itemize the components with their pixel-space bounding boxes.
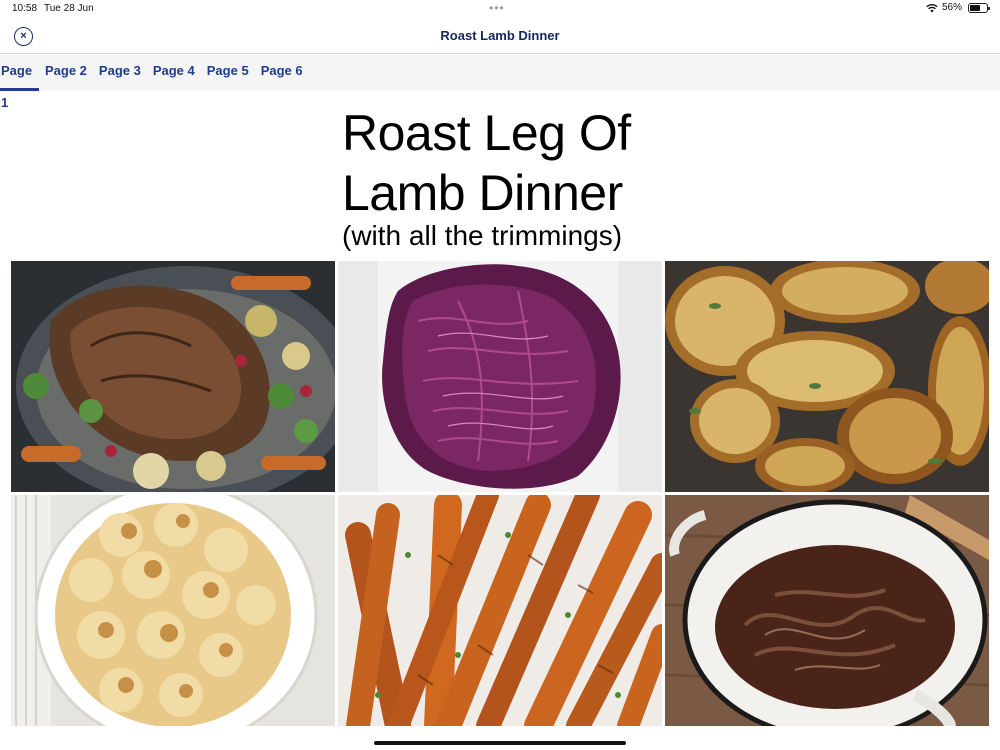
status-date: Tue 28 Jun [44, 3, 94, 14]
tab-page-4[interactable]: Page 4 [147, 55, 201, 91]
document-page: Roast Leg Of Lamb Dinner (with all the t… [0, 91, 1000, 750]
tab-page-5[interactable]: Page 5 [201, 55, 255, 91]
gravy-pot-photo [665, 495, 989, 726]
photo-grid [11, 261, 989, 726]
battery-icon [968, 2, 990, 13]
document-subtitle: (with all the trimmings) [342, 220, 623, 251]
battery-percent: 56% [941, 2, 962, 13]
status-right: 56% [926, 2, 990, 13]
page-tab-bar: Page 1 Page 2 Page 3 Page 4 Page 5 Page … [0, 55, 1000, 110]
tab-page-6[interactable]: Page 6 [255, 55, 309, 91]
roast-potatoes-photo [665, 261, 989, 492]
cauliflower-cheese-photo [11, 495, 335, 726]
document-title: Roast Leg Of Lamb Dinner [342, 103, 742, 223]
document-title-line-2: Lamb Dinner [342, 165, 623, 221]
tab-page-1[interactable]: Page 1 [0, 55, 39, 110]
roast-lamb-photo [11, 261, 335, 492]
wifi-icon [926, 3, 938, 13]
multitasking-dots[interactable]: ••• [489, 1, 505, 15]
nav-title: Roast Lamb Dinner [440, 28, 560, 43]
home-indicator[interactable] [374, 741, 626, 745]
tab-page-3[interactable]: Page 3 [93, 55, 147, 91]
document-title-line-1: Roast Leg Of [342, 105, 631, 161]
status-bar: 10:58 Tue 28 Jun ••• 56% [0, 0, 1000, 18]
nav-bar: × Roast Lamb Dinner [0, 18, 1000, 54]
status-time: 10:58 [12, 3, 38, 14]
red-cabbage-photo [338, 261, 662, 492]
tab-page-2[interactable]: Page 2 [39, 55, 93, 91]
roasted-carrots-photo [338, 495, 662, 726]
